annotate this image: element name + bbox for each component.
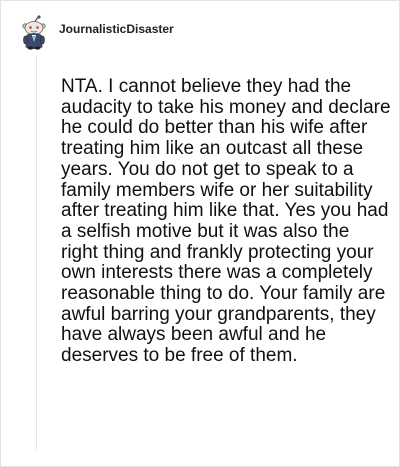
thread-line[interactable] [36,55,37,451]
comment-card: JournalisticDisaster NTA. I cannot belie… [0,0,400,467]
comment-body: NTA. I cannot believe they had the audac… [61,76,391,367]
reddit-snoo-avatar-icon[interactable] [19,15,49,50]
comment-header: JournalisticDisaster [19,15,174,50]
username[interactable]: JournalisticDisaster [59,22,174,36]
